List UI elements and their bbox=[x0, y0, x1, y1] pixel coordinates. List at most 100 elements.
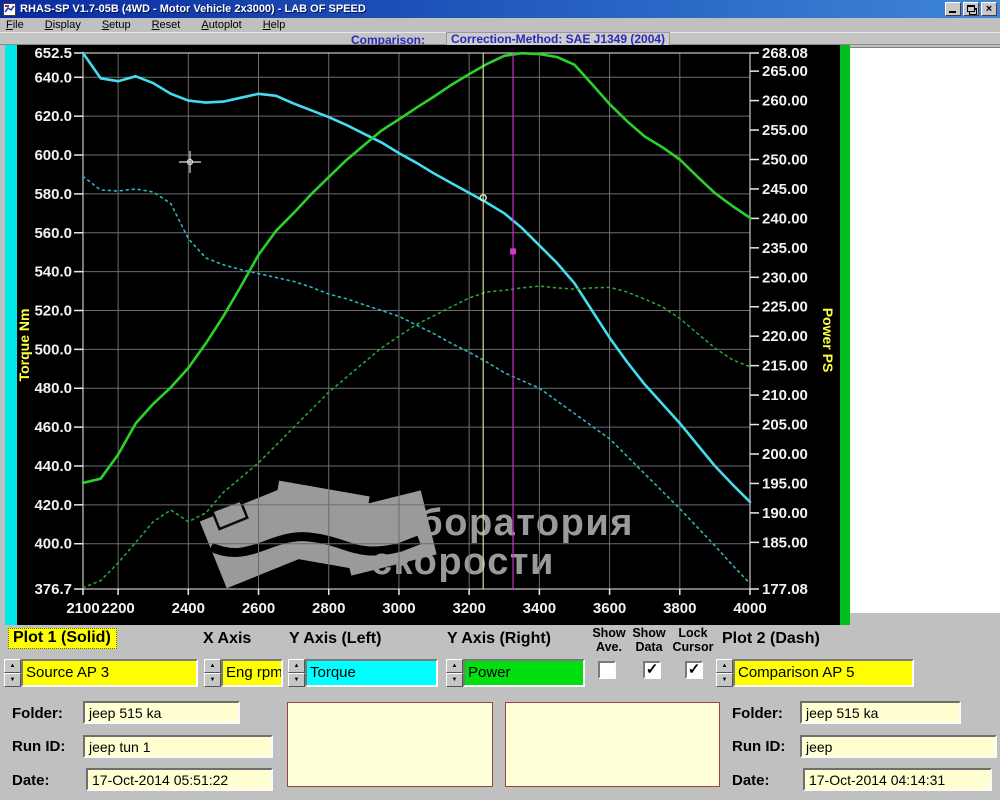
minimize-button[interactable] bbox=[945, 2, 961, 16]
comment-box-1[interactable] bbox=[287, 702, 493, 787]
right-tick-label: 240.00 bbox=[762, 210, 808, 227]
folder-label-2: Folder: bbox=[732, 705, 783, 722]
left-tick-label: 580.0 bbox=[34, 186, 72, 203]
run-id-label-2: Run ID: bbox=[732, 738, 786, 755]
folder-field-2[interactable]: jeep 515 ka bbox=[800, 701, 961, 724]
plot1-source-spinner[interactable]: ▲ ▼ bbox=[4, 659, 21, 687]
show-ave-checkbox[interactable] bbox=[598, 661, 616, 679]
left-axis-title: Torque Nm bbox=[17, 309, 32, 382]
date-label-2: Date: bbox=[732, 772, 770, 789]
control-panel: Plot 1 (Solid) X Axis Y Axis (Left) Y Ax… bbox=[0, 625, 1000, 800]
close-button[interactable]: × bbox=[981, 2, 997, 16]
menu-help[interactable]: Help bbox=[257, 19, 292, 31]
plot2-source-select[interactable]: Comparison AP 5 bbox=[733, 659, 914, 687]
plot2-source-spinner[interactable]: ▲ ▼ bbox=[716, 659, 733, 687]
right-tick-label: 220.00 bbox=[762, 328, 808, 345]
chart-region: лаборатория скорости 376.7 400.0 420.0 440.… bbox=[0, 45, 1000, 625]
right-tick-label: 200.00 bbox=[762, 446, 808, 463]
left-tick-label: 652.5 bbox=[34, 45, 72, 62]
lock-cursor-checkbox[interactable]: ✓ bbox=[685, 661, 703, 679]
folder-field-1[interactable]: jeep 515 ka bbox=[83, 701, 240, 724]
spin-down-icon: ▼ bbox=[716, 673, 733, 687]
minimize-icon bbox=[949, 11, 956, 13]
y-left-spinner[interactable]: ▲ ▼ bbox=[288, 659, 305, 687]
window-title: RHAS-SP V1.7-05B (4WD - Motor Vehicle 2x… bbox=[20, 3, 366, 15]
y-axis-right-label: Y Axis (Right) bbox=[447, 630, 552, 647]
spin-up-icon: ▲ bbox=[446, 659, 463, 673]
plot-area: лаборатория скорости 376.7 400.0 420.0 440.… bbox=[17, 45, 840, 625]
x-tick-label: 3200 bbox=[452, 600, 485, 617]
x-tick-label: 2400 bbox=[172, 600, 205, 617]
left-tick-label: 500.0 bbox=[34, 341, 72, 358]
y-axis-left-label: Y Axis (Left) bbox=[289, 630, 382, 647]
cursor-data-square bbox=[510, 248, 517, 255]
plot1-source-select[interactable]: Source AP 3 bbox=[21, 659, 198, 687]
run-id-field-1[interactable]: jeep tun 1 bbox=[83, 735, 273, 758]
right-tick-label: 195.00 bbox=[762, 475, 808, 492]
left-tick-label: 620.0 bbox=[34, 108, 72, 125]
right-tick-label: 225.00 bbox=[762, 299, 808, 316]
x-tick-label: 3000 bbox=[382, 600, 415, 617]
date-label-1: Date: bbox=[12, 772, 50, 789]
app-window: RHAS-SP V1.7-05B (4WD - Motor Vehicle 2x… bbox=[0, 0, 1000, 800]
left-tick-label: 460.0 bbox=[34, 419, 72, 436]
spin-up-icon: ▲ bbox=[716, 659, 733, 673]
menu-setup[interactable]: Setup bbox=[96, 19, 137, 31]
x-tick-label: 2600 bbox=[242, 600, 275, 617]
spin-up-icon: ▲ bbox=[4, 659, 21, 673]
x-tick-label: 2200 bbox=[101, 600, 134, 617]
comment-box-2[interactable] bbox=[505, 702, 720, 787]
y-right-select[interactable]: Power bbox=[463, 659, 585, 687]
x-tick-label: 4000 bbox=[733, 600, 766, 617]
y-left-select[interactable]: Torque bbox=[305, 659, 438, 687]
plot1-label: Plot 1 (Solid) bbox=[8, 628, 117, 649]
left-tick-label: 520.0 bbox=[34, 303, 72, 320]
app-icon bbox=[3, 2, 16, 16]
x-tick-label: 3800 bbox=[663, 600, 696, 617]
spin-down-icon: ▼ bbox=[446, 673, 463, 687]
y-right-spinner[interactable]: ▲ ▼ bbox=[446, 659, 463, 687]
header-strip: Comparison: Correction-Method: SAE J1349… bbox=[0, 32, 1000, 47]
lock-cursor-label: Lock Cursor bbox=[672, 626, 714, 654]
date-field-1[interactable]: 17-Oct-2014 05:51:22 bbox=[86, 768, 273, 791]
right-tick-label: 205.00 bbox=[762, 417, 808, 434]
right-tick-label: 260.00 bbox=[762, 93, 808, 110]
right-axis-title: Power PS bbox=[820, 308, 836, 373]
left-tick-label: 376.7 bbox=[34, 581, 72, 598]
right-tick-label: 250.00 bbox=[762, 151, 808, 168]
dyno-chart[interactable]: 376.7 400.0 420.0 440.0 460.0 480.0 500.0 520.0… bbox=[17, 45, 840, 625]
spin-down-icon: ▼ bbox=[204, 673, 221, 687]
right-tick-label: 265.00 bbox=[762, 63, 808, 80]
folder-label-1: Folder: bbox=[12, 705, 63, 722]
spin-up-icon: ▲ bbox=[204, 659, 221, 673]
restore-button[interactable] bbox=[963, 2, 979, 16]
right-tick-label: 190.00 bbox=[762, 505, 808, 522]
x-axis-spinner[interactable]: ▲ ▼ bbox=[204, 659, 221, 687]
menu-autoplot[interactable]: Autoplot bbox=[195, 19, 247, 31]
title-bar[interactable]: RHAS-SP V1.7-05B (4WD - Motor Vehicle 2x… bbox=[0, 0, 1000, 18]
show-ave-label: Show Ave. bbox=[592, 626, 626, 654]
right-tick-label: 255.00 bbox=[762, 122, 808, 139]
x-tick-label: 3600 bbox=[593, 600, 626, 617]
right-tick-label: 230.00 bbox=[762, 269, 808, 286]
show-data-checkbox[interactable]: ✓ bbox=[643, 661, 661, 679]
right-tick-label: 215.00 bbox=[762, 358, 808, 375]
spin-down-icon: ▼ bbox=[288, 673, 305, 687]
menu-file[interactable]: File bbox=[0, 19, 30, 31]
plot2-label: Plot 2 (Dash) bbox=[722, 630, 820, 647]
right-tick-label: 235.00 bbox=[762, 240, 808, 257]
left-tick-label: 420.0 bbox=[34, 497, 72, 514]
menu-display[interactable]: Display bbox=[39, 19, 87, 31]
x-tick-label: 3400 bbox=[523, 600, 556, 617]
left-tick-label: 440.0 bbox=[34, 458, 72, 475]
date-field-2[interactable]: 17-Oct-2014 04:14:31 bbox=[803, 768, 992, 791]
side-panel bbox=[850, 47, 1000, 613]
run-id-label-1: Run ID: bbox=[12, 738, 66, 755]
left-tick-label: 640.0 bbox=[34, 69, 72, 86]
menu-reset[interactable]: Reset bbox=[146, 19, 187, 31]
run-id-field-2[interactable]: jeep bbox=[800, 735, 997, 758]
right-axis-color-bar bbox=[840, 45, 850, 625]
left-axis-color-bar bbox=[5, 45, 17, 625]
x-axis-select[interactable]: Eng rpm bbox=[221, 659, 283, 687]
plot-frame bbox=[82, 52, 751, 590]
